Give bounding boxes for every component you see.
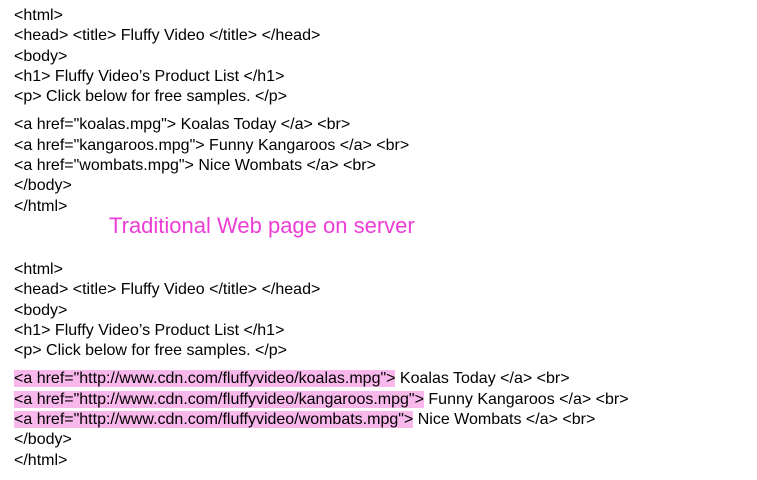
anchor-line: <a href="http://www.cdn.com/fluffyvideo/…	[14, 390, 629, 410]
code-line: </html>	[14, 451, 68, 469]
code-line: <h1> Fluffy Video’s Product List </h1>	[14, 67, 285, 85]
code-line: <p> Click below for free samples. </p>	[14, 88, 288, 106]
code-line: <h1> Fluffy Video’s Product List </h1>	[14, 321, 285, 339]
anchor-text: Nice Wombats </a> <br>	[413, 411, 596, 429]
code-line: <html>	[14, 261, 63, 278]
anchor-line: <a href="koalas.mpg"> Koalas Today </a> …	[14, 116, 351, 134]
code-line: <head> <title> Fluffy Video </title> </h…	[14, 281, 321, 299]
anchor-line: <a href="wombats.mpg"> Nice Wombats </a>…	[14, 157, 376, 175]
anchor-line: <a href="kangaroos.mpg"> Funny Kangaroos…	[14, 136, 410, 154]
traditional-html-code: <html> <head> <title> Fluffy Video </tit…	[14, 6, 409, 217]
code-line: <head> <title> Fluffy Video </title> </h…	[14, 27, 321, 45]
highlighted-cdn-url: <a href="http://www.cdn.com/fluffyvideo/…	[14, 390, 424, 408]
code-line: <body>	[14, 47, 68, 65]
anchor-text: Funny Kangaroos </a> <br>	[423, 390, 629, 408]
code-line: </body>	[14, 177, 72, 195]
caption-traditional-web-page: Traditional Web page on server	[109, 213, 415, 238]
highlighted-cdn-url: <a href="http://www.cdn.com/fluffyvideo/…	[14, 370, 396, 388]
anchor-text: Koalas Today </a> <br>	[395, 370, 570, 388]
anchor-line: <a href="http://www.cdn.com/fluffyvideo/…	[14, 410, 629, 430]
anchor-line: <a href="http://www.cdn.com/fluffyvideo/…	[14, 369, 629, 389]
code-line: <html>	[14, 7, 63, 24]
cdn-html-code: <html> <head> <title> Fluffy Video </tit…	[14, 260, 629, 471]
code-line: <body>	[14, 301, 68, 319]
code-line: <p> Click below for free samples. </p>	[14, 342, 288, 360]
code-line: </body>	[14, 431, 72, 449]
highlighted-cdn-url: <a href="http://www.cdn.com/fluffyvideo/…	[14, 411, 414, 429]
